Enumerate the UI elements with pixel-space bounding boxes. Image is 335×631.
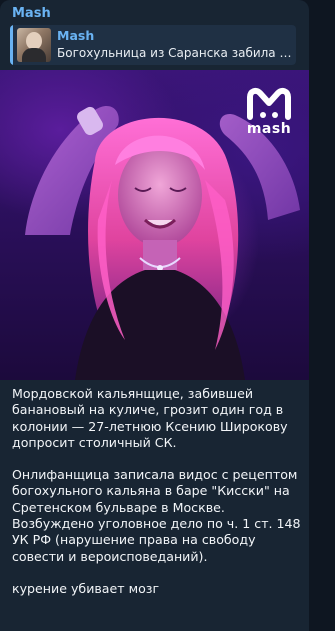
reply-preview[interactable]: Mash Богохульница из Саранска забила к..… [10,25,296,65]
reply-accent-bar [10,25,13,65]
message-paragraph: Мордовской кальянщице, забившей банановы… [12,386,288,450]
message-bubble: Mash Mash Богохульница из Саранска забил… [0,0,309,631]
mash-logo-text: mash [246,121,292,137]
reply-thumbnail [17,28,51,62]
message-text: Мордовской кальянщице, забившей банановы… [12,386,302,597]
reply-sender-name: Mash [57,28,95,43]
message-photo[interactable]: mash [0,70,309,380]
mash-logo-icon [247,87,291,120]
sender-name[interactable]: Mash [12,6,51,21]
mash-logo: mash [244,87,294,139]
message-paragraph: Онлифанщица записала видос с рецептом бо… [12,467,301,564]
message-paragraph: курение убивает мозг [12,580,160,596]
reply-text: Богохульница из Саранска забила к... [57,46,293,60]
